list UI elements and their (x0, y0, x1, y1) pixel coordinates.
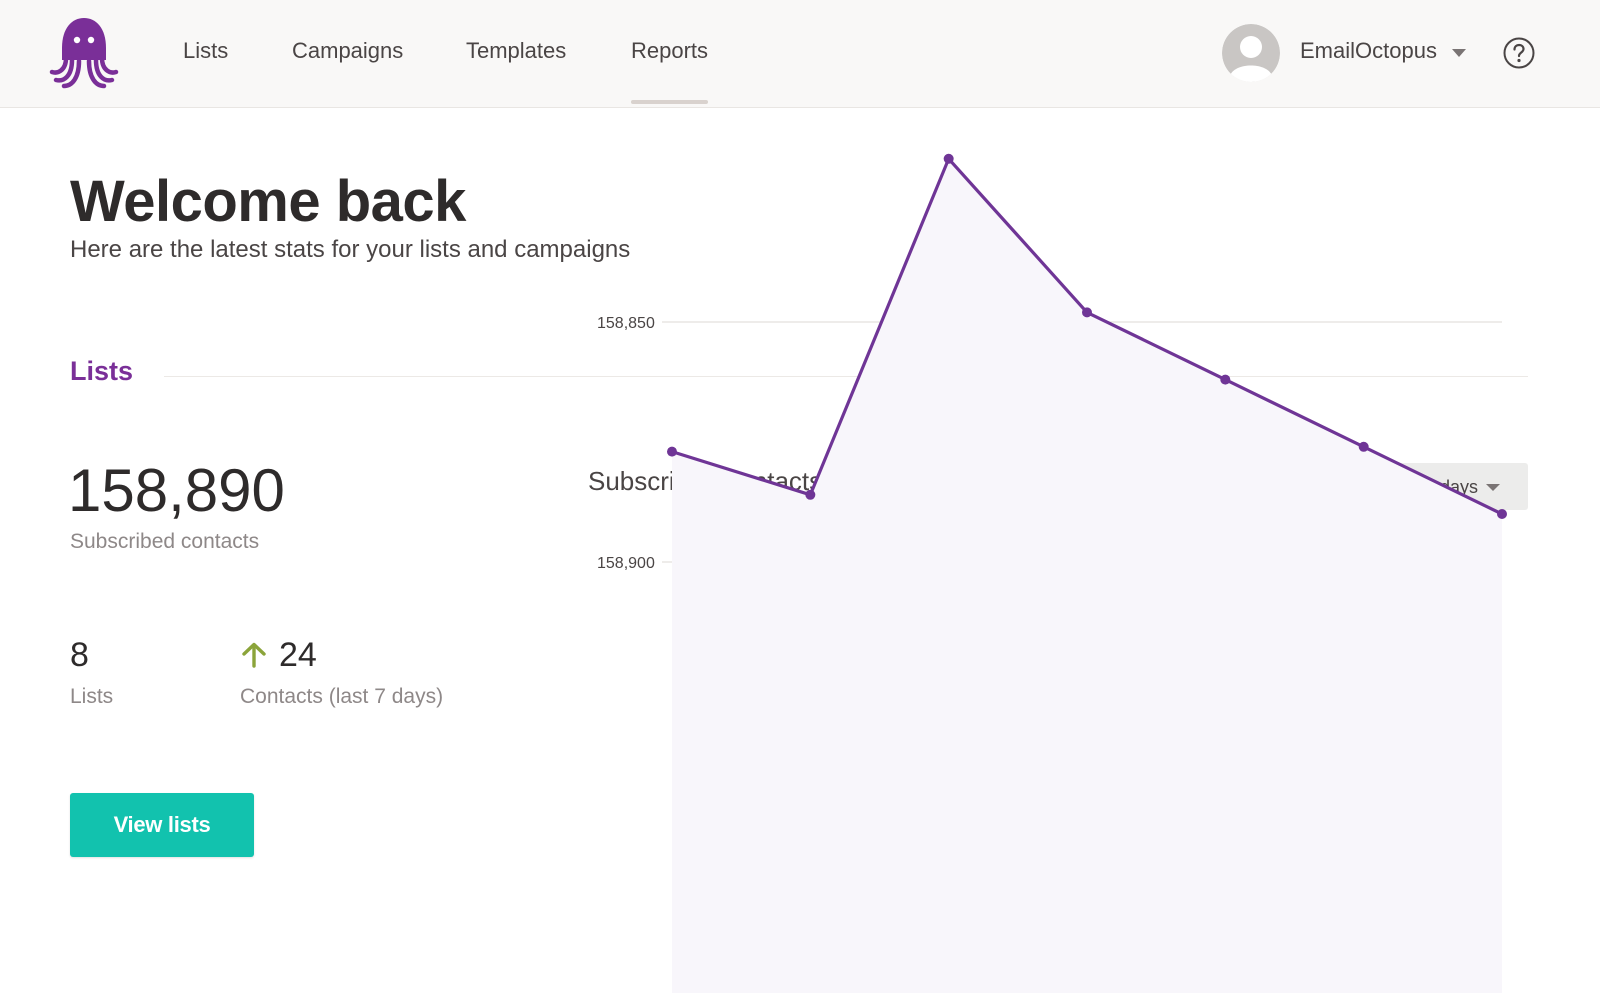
page-title: Welcome back (70, 169, 466, 234)
chart-title: Subscribed contacts over time (588, 466, 937, 496)
nav-templates[interactable]: Templates (466, 38, 566, 64)
nav-reports[interactable]: Reports (631, 38, 709, 104)
chevron-down-icon[interactable] (1452, 49, 1466, 57)
y-tick-label: 158,900 (597, 555, 655, 572)
contacts-change-count: 24 (279, 636, 317, 674)
user-avatar-icon (1222, 24, 1280, 82)
date-range-value: Last 7 days (1386, 477, 1479, 497)
section-divider (164, 376, 1528, 377)
date-range-select[interactable]: Last 7 days (1356, 463, 1528, 510)
chart-area-layer (672, 158, 1502, 993)
top-navigation-bar: Lists Campaigns Templates Reports EmailO… (0, 0, 1600, 108)
help-icon[interactable] (1503, 37, 1535, 69)
data-point[interactable] (667, 446, 677, 457)
series-line (671, 157, 1503, 516)
lists-count: 8 (70, 636, 89, 674)
data-point[interactable] (1082, 307, 1092, 318)
page-subtitle: Here are the latest stats for your lists… (70, 236, 631, 263)
user-avatar[interactable] (1222, 24, 1280, 82)
y-tick-label: 158,850 (597, 315, 655, 332)
chart-gridlines (662, 321, 1502, 563)
view-lists-button[interactable]: View lists (70, 793, 254, 857)
data-point[interactable] (1497, 509, 1507, 519)
series-area (672, 158, 1502, 993)
nav-lists[interactable]: Lists (183, 38, 228, 64)
data-point[interactable] (943, 153, 954, 164)
chart-y-ticks: 158,850 158,900 (597, 315, 655, 572)
subscribed-label: Subscribed contacts (70, 530, 260, 553)
account-name[interactable]: EmailOctopus (1300, 38, 1437, 64)
section-title-lists: Lists (70, 356, 134, 386)
chevron-down-icon (1486, 484, 1500, 491)
chart-line-layer (671, 157, 1503, 516)
contacts-change-label: Contacts (last 7 days) (240, 685, 444, 708)
lists-label: Lists (70, 685, 114, 708)
subscribed-count: 158,890 (68, 457, 285, 524)
octopus-logo-icon[interactable] (48, 16, 120, 90)
up-arrow-icon (242, 642, 266, 668)
data-point[interactable] (1358, 441, 1369, 452)
nav-campaigns[interactable]: Campaigns (292, 38, 403, 64)
